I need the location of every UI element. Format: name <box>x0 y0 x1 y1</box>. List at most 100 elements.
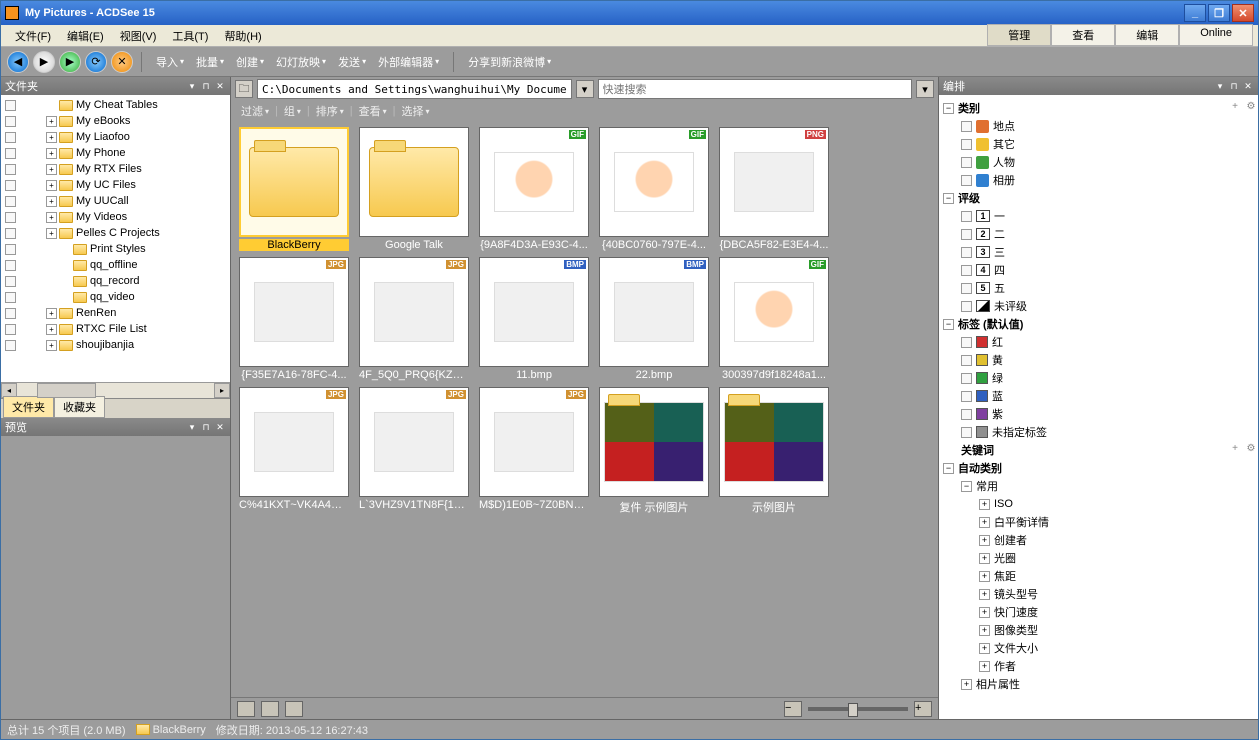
checkbox-icon[interactable] <box>5 292 16 303</box>
tree-node[interactable]: +My UC Files <box>1 177 230 193</box>
thumbnail-grid[interactable]: BlackBerryGoogle TalkGIF{9A8F4D3A-E93C-4… <box>231 121 938 697</box>
path-input[interactable] <box>257 79 572 99</box>
tree-node[interactable]: +My Videos <box>1 209 230 225</box>
thumbnail-item[interactable]: JPGL`3VHZ9V1TN8F{17... <box>357 387 471 515</box>
path-folder-icon[interactable]: 🗀 <box>235 80 253 98</box>
collapse-icon[interactable]: − <box>943 463 954 474</box>
tree-node[interactable]: +My Phone <box>1 145 230 161</box>
section-header[interactable]: −评级 <box>939 189 1258 207</box>
section-header[interactable]: −类别+⚙ <box>939 99 1258 117</box>
checkbox-icon[interactable] <box>961 121 972 132</box>
thumbnail-item[interactable]: JPG4F_5Q0_PRQ6{KZ$C... <box>357 257 471 381</box>
expand-icon[interactable]: + <box>46 308 57 319</box>
category-item[interactable]: +创建者 <box>939 531 1258 549</box>
nav-up-button[interactable]: ▶ <box>59 51 81 73</box>
category-item[interactable]: 关键词+⚙ <box>939 441 1258 459</box>
toolbar-menu[interactable]: 发送 <box>332 52 372 72</box>
thumbnail-item[interactable]: BlackBerry <box>237 127 351 251</box>
tree-node[interactable]: +My eBooks <box>1 113 230 129</box>
section-header[interactable]: −自动类别 <box>939 459 1258 477</box>
checkbox-icon[interactable] <box>5 100 16 111</box>
category-item[interactable]: +文件大小 <box>939 639 1258 657</box>
tree-node[interactable]: qq_record <box>1 273 230 289</box>
thumbnail-item[interactable]: JPG{F35E7A16-78FC-4... <box>237 257 351 381</box>
tree-node[interactable]: qq_video <box>1 289 230 305</box>
category-item[interactable]: 人物 <box>939 153 1258 171</box>
thumbnail-item[interactable]: JPGC%41KXT~VK4A4QJL... <box>237 387 351 515</box>
checkbox-icon[interactable] <box>5 148 16 159</box>
tree-node[interactable]: +My RTX Files <box>1 161 230 177</box>
filter-menu[interactable]: 排序 <box>312 102 348 120</box>
thumbnail-item[interactable]: PNG{DBCA5F82-E3E4-4... <box>717 127 831 251</box>
checkbox-icon[interactable] <box>5 116 16 127</box>
category-item[interactable]: 地点 <box>939 117 1258 135</box>
mode-tab[interactable]: 管理 <box>987 24 1051 46</box>
expand-icon[interactable]: + <box>46 196 57 207</box>
menu-item[interactable]: 帮助(H) <box>216 26 269 46</box>
view-mode-button[interactable] <box>285 701 303 717</box>
thumbnail-item[interactable]: BMP22.bmp <box>597 257 711 381</box>
toolbar-menu[interactable]: 批量 <box>190 52 230 72</box>
mode-tab[interactable]: Online <box>1179 24 1253 46</box>
thumbnail-item[interactable]: 示例图片 <box>717 387 831 515</box>
checkbox-icon[interactable] <box>961 337 972 348</box>
maximize-button[interactable]: ❐ <box>1208 4 1230 22</box>
tree-node[interactable]: My Cheat Tables <box>1 97 230 113</box>
menu-item[interactable]: 文件(F) <box>7 26 59 46</box>
zoom-out-button[interactable]: − <box>784 701 802 717</box>
checkbox-icon[interactable] <box>5 276 16 287</box>
expand-icon[interactable]: + <box>979 661 990 672</box>
category-item[interactable]: 紫 <box>939 405 1258 423</box>
category-item[interactable]: +相片属性 <box>939 675 1258 693</box>
expand-icon[interactable]: + <box>979 517 990 528</box>
menu-item[interactable]: 视图(V) <box>112 26 165 46</box>
category-item[interactable]: 1一 <box>939 207 1258 225</box>
nav-home-button[interactable]: ⟳ <box>85 51 107 73</box>
filter-menu[interactable]: 过滤 <box>237 102 273 120</box>
checkbox-icon[interactable] <box>5 180 16 191</box>
tree-node[interactable]: +My Liaofoo <box>1 129 230 145</box>
expand-icon[interactable]: + <box>46 340 57 351</box>
category-item[interactable]: 3三 <box>939 243 1258 261</box>
checkbox-icon[interactable] <box>961 409 972 420</box>
nav-fwd-button[interactable]: ▶ <box>33 51 55 73</box>
expand-icon[interactable]: + <box>979 499 990 510</box>
toolbar-menu[interactable]: 外部编辑器 <box>372 52 445 72</box>
path-dropdown-icon[interactable]: ▾ <box>576 80 594 98</box>
panel-close-icon[interactable]: ✕ <box>1242 80 1254 92</box>
expand-icon[interactable]: + <box>979 607 990 618</box>
category-item[interactable]: 相册 <box>939 171 1258 189</box>
expand-icon[interactable]: + <box>46 148 57 159</box>
expand-icon[interactable]: + <box>979 589 990 600</box>
panel-tab[interactable]: 文件夹 <box>3 396 54 418</box>
search-dropdown-icon[interactable]: ▾ <box>916 80 934 98</box>
category-item[interactable]: 4四 <box>939 261 1258 279</box>
filter-menu[interactable]: 查看 <box>355 102 391 120</box>
filter-menu[interactable]: 选择 <box>398 102 434 120</box>
tree-hscroll[interactable]: ◂▸ <box>1 382 230 398</box>
tree-node[interactable]: +RTXC File List <box>1 321 230 337</box>
expand-icon[interactable]: + <box>979 643 990 654</box>
expand-icon[interactable]: + <box>961 679 972 690</box>
category-item[interactable]: +作者 <box>939 657 1258 675</box>
checkbox-icon[interactable] <box>5 260 16 271</box>
panel-close-icon[interactable]: ✕ <box>214 80 226 92</box>
checkbox-icon[interactable] <box>5 244 16 255</box>
checkbox-icon[interactable] <box>961 211 972 222</box>
category-item[interactable]: 红 <box>939 333 1258 351</box>
expand-icon[interactable]: + <box>46 228 57 239</box>
checkbox-icon[interactable] <box>5 212 16 223</box>
toolbar-menu[interactable]: 幻灯放映 <box>270 52 332 72</box>
thumbnail-item[interactable]: GIF{40BC0760-797E-4... <box>597 127 711 251</box>
expand-icon[interactable]: + <box>979 535 990 546</box>
checkbox-icon[interactable] <box>961 247 972 258</box>
nav-stop-button[interactable]: ✕ <box>111 51 133 73</box>
checkbox-icon[interactable] <box>961 229 972 240</box>
checkbox-icon[interactable] <box>961 265 972 276</box>
category-item[interactable]: +光圈 <box>939 549 1258 567</box>
panel-tab[interactable]: 收藏夹 <box>54 396 105 418</box>
category-item[interactable]: 其它 <box>939 135 1258 153</box>
view-mode-button[interactable] <box>237 701 255 717</box>
checkbox-icon[interactable] <box>5 324 16 335</box>
category-item[interactable]: +图像类型 <box>939 621 1258 639</box>
